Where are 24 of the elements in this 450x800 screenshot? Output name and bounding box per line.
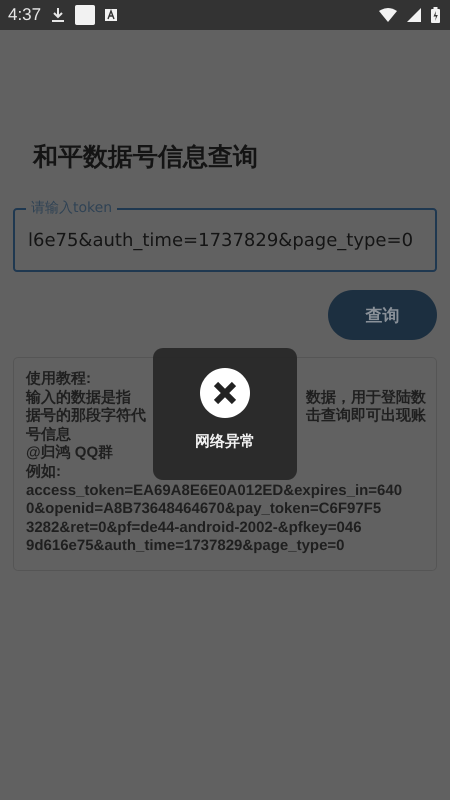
toast-message: 网络异常: [195, 432, 255, 451]
tutorial-text: 击查询即可出现账: [306, 407, 426, 426]
signal-icon: [407, 8, 421, 22]
tutorial-text: 3282&ret=0&pf=de44-android-2002-&pfkey=046: [26, 518, 362, 538]
tutorial-text: 9d616e75&auth_time=1737829&page_type=0: [26, 537, 345, 556]
download-icon: [51, 7, 66, 23]
token-input[interactable]: l6e75&auth_time=1737829&page_type=0: [28, 230, 425, 250]
page-title: 和平数据号信息查询: [33, 141, 259, 173]
notification-icon: [75, 5, 96, 25]
battery-icon: [431, 7, 440, 23]
tutorial-text: @归鸿 QQ群: [26, 444, 114, 463]
keyboard-a-icon: [105, 9, 118, 21]
status-time: 4:37: [8, 5, 42, 25]
tutorial-text: 例如:: [26, 462, 61, 482]
tutorial-text: 数据，用于登陆数: [306, 388, 426, 407]
error-icon: [200, 368, 250, 418]
query-button[interactable]: 查询: [328, 290, 437, 340]
tutorial-text: 据号的那段字符代: [26, 407, 146, 426]
tutorial-text: access_token=EA69A8E6E0A012ED&expires_in=640: [26, 482, 402, 500]
tutorial-text: 输入的数据是指: [26, 388, 131, 407]
tutorial-text: 使用教程:: [26, 370, 91, 389]
wifi-icon: [379, 8, 397, 22]
tutorial-text: 0&openid=A8B73648464670&pay_token=C6F97F5: [26, 500, 382, 519]
tutorial-text: 号信息: [26, 426, 71, 444]
